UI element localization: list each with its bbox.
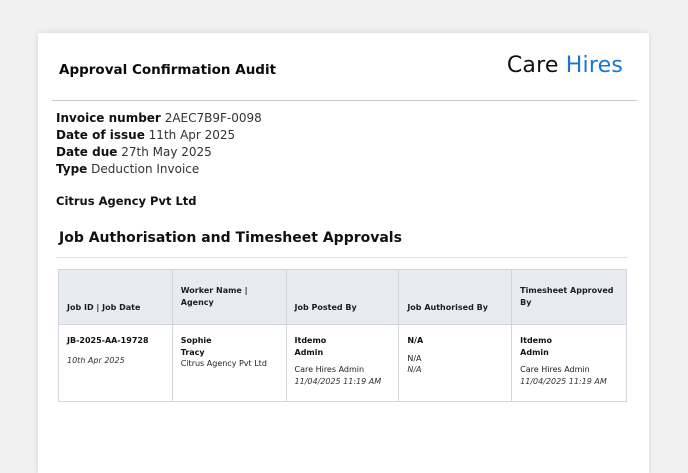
worker-first-name: Sophie (180, 336, 212, 345)
header-timesheet-approved-by: Timesheet Approved By (511, 269, 627, 325)
posted-by-time: 11/04/2025 11:19 AM (294, 376, 382, 386)
header-job-id: Job ID | Job Date (58, 269, 173, 325)
invoice-type-label: Type (56, 162, 88, 176)
brand-logo-part1: Care (506, 53, 559, 78)
cell-authorised-by: N/A N/A N/A (398, 324, 513, 402)
authorised-by-time: N/A (407, 365, 422, 374)
ts-approver-time: 11/04/2025 11:19 AM (520, 376, 607, 386)
document-title: Approval Confirmation Audit (59, 62, 277, 78)
header-divider (52, 100, 637, 101)
invoice-type-row: Type Deduction Invoice (56, 161, 262, 178)
worker-last-name: Tracy (180, 347, 205, 357)
job-date: 10th Apr 2025 (67, 355, 125, 365)
invoice-details: Invoice number 2AEC7B9F-0098 Date of iss… (56, 110, 262, 178)
posted-by-org: Care Hires Admin (294, 365, 365, 374)
header-posted-by: Job Posted By (285, 269, 400, 325)
posted-by-name-2: Admin (294, 347, 324, 357)
table-header-row: Job ID | Job Date Worker Name | Agency J… (58, 269, 627, 325)
issue-date-value: 11th Apr 2025 (148, 128, 236, 142)
invoice-number-value: 2AEC7B9F-0098 (164, 111, 262, 125)
ts-approver-org: Care Hires Admin (520, 365, 590, 374)
ts-approver-name-1: Itdemo (520, 336, 552, 345)
due-date-label: Date due (56, 145, 118, 159)
ts-approver-name-2: Admin (520, 347, 549, 357)
invoice-type-value: Deduction Invoice (91, 162, 200, 176)
document-header: Approval Confirmation Audit Care Hires (38, 33, 649, 101)
due-date-value: 27th May 2025 (121, 145, 212, 159)
section-divider (56, 257, 628, 258)
issue-date-row: Date of issue 11th Apr 2025 (56, 127, 262, 144)
agency-name: Citrus Agency Pvt Ltd (56, 194, 197, 208)
header-authorised-by: Job Authorised By (398, 269, 513, 325)
brand-logo: Care Hires (507, 53, 623, 78)
cell-worker: Sophie Tracy Citrus Agency Pvt Ltd (171, 324, 287, 402)
header-worker: Worker Name | Agency (171, 269, 287, 325)
cell-job: JB-2025-AA-19728 10th Apr 2025 (58, 324, 173, 402)
invoice-number-row: Invoice number 2AEC7B9F-0098 (56, 110, 262, 127)
approvals-table: Job ID | Job Date Worker Name | Agency J… (58, 269, 627, 402)
posted-by-name-1: Itdemo (294, 336, 327, 345)
document-page: Approval Confirmation Audit Care Hires I… (38, 33, 649, 473)
authorised-by-org: N/A (407, 353, 422, 363)
authorised-by-name: N/A (407, 336, 424, 345)
brand-logo-part2: Hires (565, 53, 623, 78)
invoice-number-label: Invoice number (56, 111, 161, 125)
issue-date-label: Date of issue (56, 128, 145, 142)
job-id: JB-2025-AA-19728 (67, 336, 149, 345)
worker-agency: Citrus Agency Pvt Ltd (180, 359, 267, 368)
cell-posted-by: Itdemo Admin Care Hires Admin 11/04/2025… (285, 324, 400, 402)
section-title: Job Authorisation and Timesheet Approval… (59, 230, 402, 246)
cell-timesheet-approved-by: Itdemo Admin Care Hires Admin 11/04/2025… (511, 324, 627, 402)
due-date-row: Date due 27th May 2025 (56, 144, 262, 161)
table-row: JB-2025-AA-19728 10th Apr 2025 Sophie Tr… (58, 324, 627, 402)
